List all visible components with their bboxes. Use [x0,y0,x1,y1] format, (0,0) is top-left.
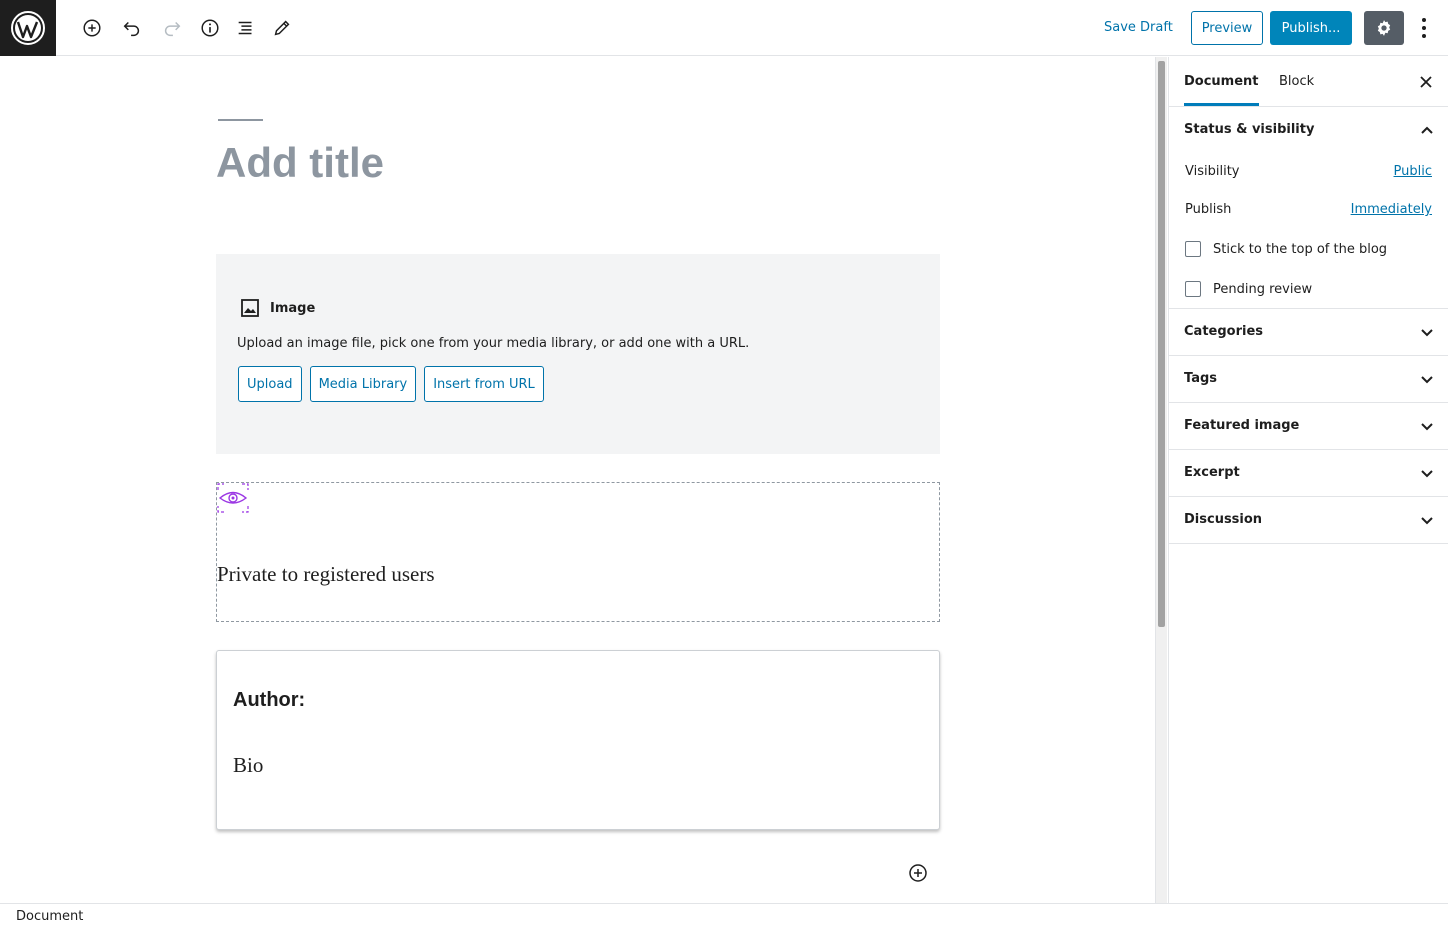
image-block-instructions: Upload an image file, pick one from your… [237,336,750,351]
editor-scrollbar[interactable] [1155,57,1167,903]
publish-button[interactable]: Publish... [1270,11,1352,45]
chevron-down-icon [1421,376,1433,384]
more-options-icon[interactable] [1412,14,1436,42]
add-block-icon[interactable] [78,14,106,42]
upload-button[interactable]: Upload [238,366,302,402]
sticky-row: Stick to the top of the blog [1169,229,1448,269]
add-block-inserter-icon[interactable] [907,862,929,884]
panel-title: Featured image [1184,418,1300,433]
panel-excerpt[interactable]: Excerpt [1169,450,1448,497]
private-content-block[interactable]: Private to registered users [216,482,940,622]
preview-button[interactable]: Preview [1191,11,1263,45]
panel-title: Tags [1184,371,1218,386]
settings-sidebar: Document Block Status & visibility Visib… [1168,57,1448,903]
image-icon [241,299,259,317]
author-bio-block[interactable]: Author: Bio [216,650,940,830]
panel-title: Discussion [1184,512,1263,527]
panel-title: Status & visibility [1184,122,1315,137]
sticky-checkbox[interactable] [1185,241,1201,257]
tab-block[interactable]: Block [1279,57,1314,107]
private-block-text: Private to registered users [217,562,435,586]
gear-icon [1377,20,1391,36]
image-block-header: Image [240,298,315,318]
title-divider [218,119,263,121]
visibility-row: Visibility Public [1169,153,1448,191]
panel-tags[interactable]: Tags [1169,356,1448,403]
publish-date-toggle[interactable]: Immediately [1351,202,1432,217]
scrollbar-thumb[interactable] [1158,61,1165,627]
pending-row: Pending review [1169,269,1448,309]
publish-row: Publish Immediately [1169,191,1448,229]
image-block-label: Image [270,300,316,316]
settings-button[interactable] [1364,11,1404,45]
sidebar-tabs: Document Block [1169,57,1448,107]
panel-status-visibility: Status & visibility Visibility Public Pu… [1169,107,1448,309]
edit-icon[interactable] [268,14,296,42]
list-view-icon[interactable] [232,14,260,42]
wordpress-logo-icon[interactable] [0,0,56,56]
panel-categories[interactable]: Categories [1169,309,1448,356]
visibility-toggle[interactable]: Public [1394,164,1432,179]
panel-header-status[interactable]: Status & visibility [1169,107,1448,153]
panel-discussion[interactable]: Discussion [1169,497,1448,544]
author-label: Author: [233,689,306,711]
visibility-label: Visibility [1185,164,1240,179]
block-breadcrumb-bar: Document [0,903,1448,928]
chevron-up-icon [1421,126,1433,134]
post-title-input[interactable]: Add title [216,139,384,187]
media-library-button[interactable]: Media Library [309,366,417,402]
chevron-down-icon [1421,423,1433,431]
save-draft-button[interactable]: Save Draft [1096,14,1181,42]
editor-canvas: Add title Image Upload an image file, pi… [0,57,1155,903]
chevron-down-icon [1421,517,1433,525]
top-toolbar: Save Draft Preview Publish... [0,0,1448,56]
undo-icon[interactable] [118,14,146,42]
panel-featured-image[interactable]: Featured image [1169,403,1448,450]
redo-icon[interactable] [158,14,186,42]
insert-from-url-button[interactable]: Insert from URL [424,366,544,402]
tab-document[interactable]: Document [1184,57,1259,106]
publish-label: Publish [1185,202,1232,217]
sticky-label: Stick to the top of the blog [1213,242,1388,257]
eye-icon [217,483,249,513]
breadcrumb-document[interactable]: Document [16,909,83,924]
author-bio-text[interactable]: Bio [233,753,263,778]
image-block-placeholder[interactable]: Image Upload an image file, pick one fro… [216,254,940,454]
info-icon[interactable] [196,14,224,42]
panel-title: Excerpt [1184,465,1240,480]
pending-review-label: Pending review [1213,282,1313,297]
close-icon[interactable] [1418,74,1434,90]
chevron-down-icon [1421,329,1433,337]
panel-title: Categories [1184,324,1264,339]
chevron-down-icon [1421,470,1433,478]
pending-review-checkbox[interactable] [1185,281,1201,297]
